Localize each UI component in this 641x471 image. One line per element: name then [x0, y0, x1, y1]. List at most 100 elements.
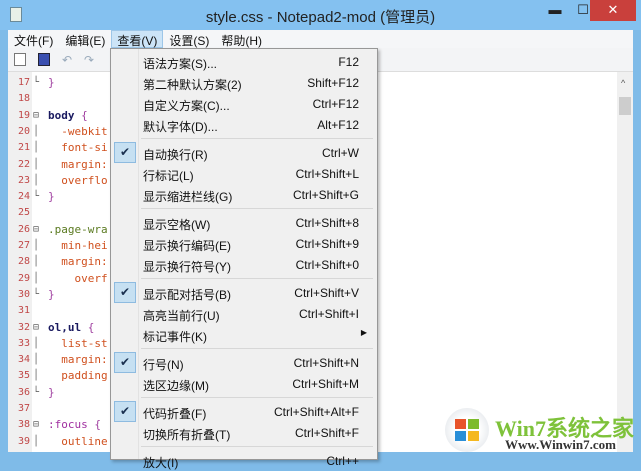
menu-separator [141, 278, 373, 279]
fold-marker-icon: └ [33, 288, 40, 300]
menu-separator [141, 138, 373, 139]
fold-marker-icon: │ [33, 142, 40, 154]
fold-marker-icon: └ [33, 386, 40, 398]
line-number: 35 [17, 370, 30, 382]
line-number: 38 [17, 419, 30, 431]
menu-edit[interactable]: 编辑(E) [59, 30, 111, 48]
code-text: .page-wra [48, 222, 108, 238]
menu-item-shortcut: Ctrl+Shift+F [294, 426, 359, 440]
fold-marker-icon[interactable]: ⊟ [33, 417, 39, 433]
fold-marker-icon: └ [33, 191, 40, 203]
fold-marker-icon: │ [33, 337, 40, 349]
menu-item[interactable]: ✔ 显示配对括号(B) Ctrl+Shift+V [113, 282, 375, 303]
fold-marker-icon: │ [33, 256, 40, 268]
menu-item-label: 显示空格(W) [143, 218, 211, 232]
code-text: } [48, 189, 55, 205]
fold-marker-icon[interactable]: ⊟ [33, 222, 39, 238]
watermark: Win7系统之家 Www.Winwin7.com [445, 408, 635, 458]
code-text: margin: [48, 254, 108, 270]
menu-item[interactable]: 显示换行符号(Y) Ctrl+Shift+0 [113, 254, 375, 275]
menu-item-shortcut: Ctrl++ [326, 454, 359, 468]
menu-item-shortcut: Shift+F12 [307, 76, 359, 90]
code-token: min-hei [48, 239, 108, 252]
menu-item-shortcut: Ctrl+F12 [312, 97, 359, 111]
menu-item[interactable]: 语法方案(S)... F12 [113, 51, 375, 72]
menu-separator [141, 446, 373, 447]
new-file-icon[interactable] [14, 53, 26, 66]
code-text: font-si [48, 140, 107, 156]
menu-item-label: 自动换行(R) [143, 148, 208, 162]
code-token: outline [48, 434, 108, 448]
code-token: } [48, 76, 55, 89]
menu-item-shortcut: Ctrl+Shift+I [298, 307, 359, 321]
menu-separator [141, 348, 373, 349]
redo-icon[interactable]: ↷ [84, 53, 96, 67]
fold-marker-icon: │ [33, 125, 40, 137]
line-number: 34 [17, 354, 30, 366]
fold-marker-icon: │ [33, 354, 40, 366]
line-number: 25 [17, 207, 30, 219]
code-text: overf [48, 271, 107, 287]
menu-item[interactable]: 高亮当前行(U) Ctrl+Shift+I [113, 303, 375, 324]
line-number: 39 [17, 435, 30, 447]
menu-item-shortcut: Ctrl+Shift+V [294, 286, 359, 300]
menu-item-label: 行标记(L) [143, 169, 194, 183]
menu-help[interactable]: 帮助(H) [215, 30, 268, 48]
menu-item[interactable]: 自定义方案(C)... Ctrl+F12 [113, 93, 375, 114]
menu-item[interactable]: ✔ 代码折叠(F) Ctrl+Shift+Alt+F [113, 401, 375, 422]
watermark-url: Www.Winwin7.com [505, 437, 616, 452]
menu-item[interactable]: 显示换行编码(E) Ctrl+Shift+9 [113, 233, 375, 254]
menu-item-label: 显示换行符号(Y) [143, 260, 231, 274]
code-token: { [81, 320, 95, 334]
menu-item-label: 显示配对括号(B) [143, 288, 231, 302]
submenu-arrow-icon: ▶ [360, 328, 367, 337]
fold-marker-icon: │ [33, 240, 40, 251]
code-token: margin: [48, 157, 108, 171]
menu-item[interactable]: 选区边缘(M) Ctrl+Shift+M [113, 373, 375, 394]
menu-item[interactable]: ✔ 行号(N) Ctrl+Shift+N [113, 352, 375, 373]
menu-item[interactable]: 标记事件(K) ▶ [113, 324, 375, 345]
undo-icon[interactable]: ↶ [62, 53, 74, 67]
menu-item-shortcut: Ctrl+Shift+0 [295, 258, 359, 272]
menu-item[interactable]: 显示缩进栏线(G) Ctrl+Shift+G [113, 184, 375, 205]
menu-item-shortcut: Ctrl+W [322, 146, 359, 160]
line-number: 31 [17, 305, 30, 317]
scrollbar-thumb[interactable] [619, 97, 631, 115]
vertical-scrollbar[interactable]: ^ [617, 72, 633, 452]
menu-file[interactable]: 文件(F) [8, 30, 59, 48]
menu-settings[interactable]: 设置(S) [163, 30, 215, 48]
check-icon: ✔ [114, 142, 136, 163]
menu-item-shortcut: Ctrl+Shift+M [292, 377, 359, 391]
check-icon: ✔ [114, 352, 136, 373]
menu-item-shortcut: Ctrl+Shift+8 [295, 216, 359, 230]
menu-item[interactable]: ✔ 自动换行(R) Ctrl+W [113, 142, 375, 163]
fold-marker-icon[interactable]: ⊟ [33, 108, 39, 124]
minimize-button[interactable]: ▬ [540, 0, 570, 21]
menu-item[interactable]: 切换所有折叠(T) Ctrl+Shift+F [113, 422, 375, 443]
menu-item[interactable]: 行标记(L) Ctrl+Shift+L [113, 163, 375, 184]
menu-view[interactable]: 查看(V) [111, 30, 164, 48]
code-token: margin: [48, 255, 108, 269]
menu-separator [141, 208, 373, 209]
menu-item-label: 第二种默认方案(2) [143, 78, 242, 92]
code-token: margin: [48, 353, 108, 367]
scroll-up-icon[interactable]: ^ [621, 78, 625, 88]
windows-logo-icon [445, 408, 489, 452]
fold-marker-icon[interactable]: ⊟ [33, 320, 39, 336]
menu-item[interactable]: 默认字体(D)... Alt+F12 [113, 114, 375, 135]
code-text: margin: [48, 157, 108, 173]
menu-item-shortcut: F12 [338, 55, 359, 69]
menu-item-label: 切换所有折叠(T) [143, 428, 231, 442]
menu-item-shortcut: Ctrl+Shift+Alt+F [273, 405, 359, 419]
menu-item[interactable]: 第二种默认方案(2) Shift+F12 [113, 72, 375, 93]
close-button[interactable]: ✕ [590, 0, 636, 21]
save-icon[interactable] [38, 53, 50, 66]
code-token: body [48, 108, 75, 122]
menu-item[interactable]: 显示空格(W) Ctrl+Shift+8 [113, 212, 375, 233]
fold-marker-icon: └ [33, 77, 40, 88]
menu-item[interactable]: 放大(I) Ctrl++ [113, 450, 375, 471]
code-token: overflo [48, 173, 108, 187]
code-text: } [48, 287, 55, 303]
line-number: 19 [17, 109, 30, 121]
code-token: } [48, 385, 55, 399]
